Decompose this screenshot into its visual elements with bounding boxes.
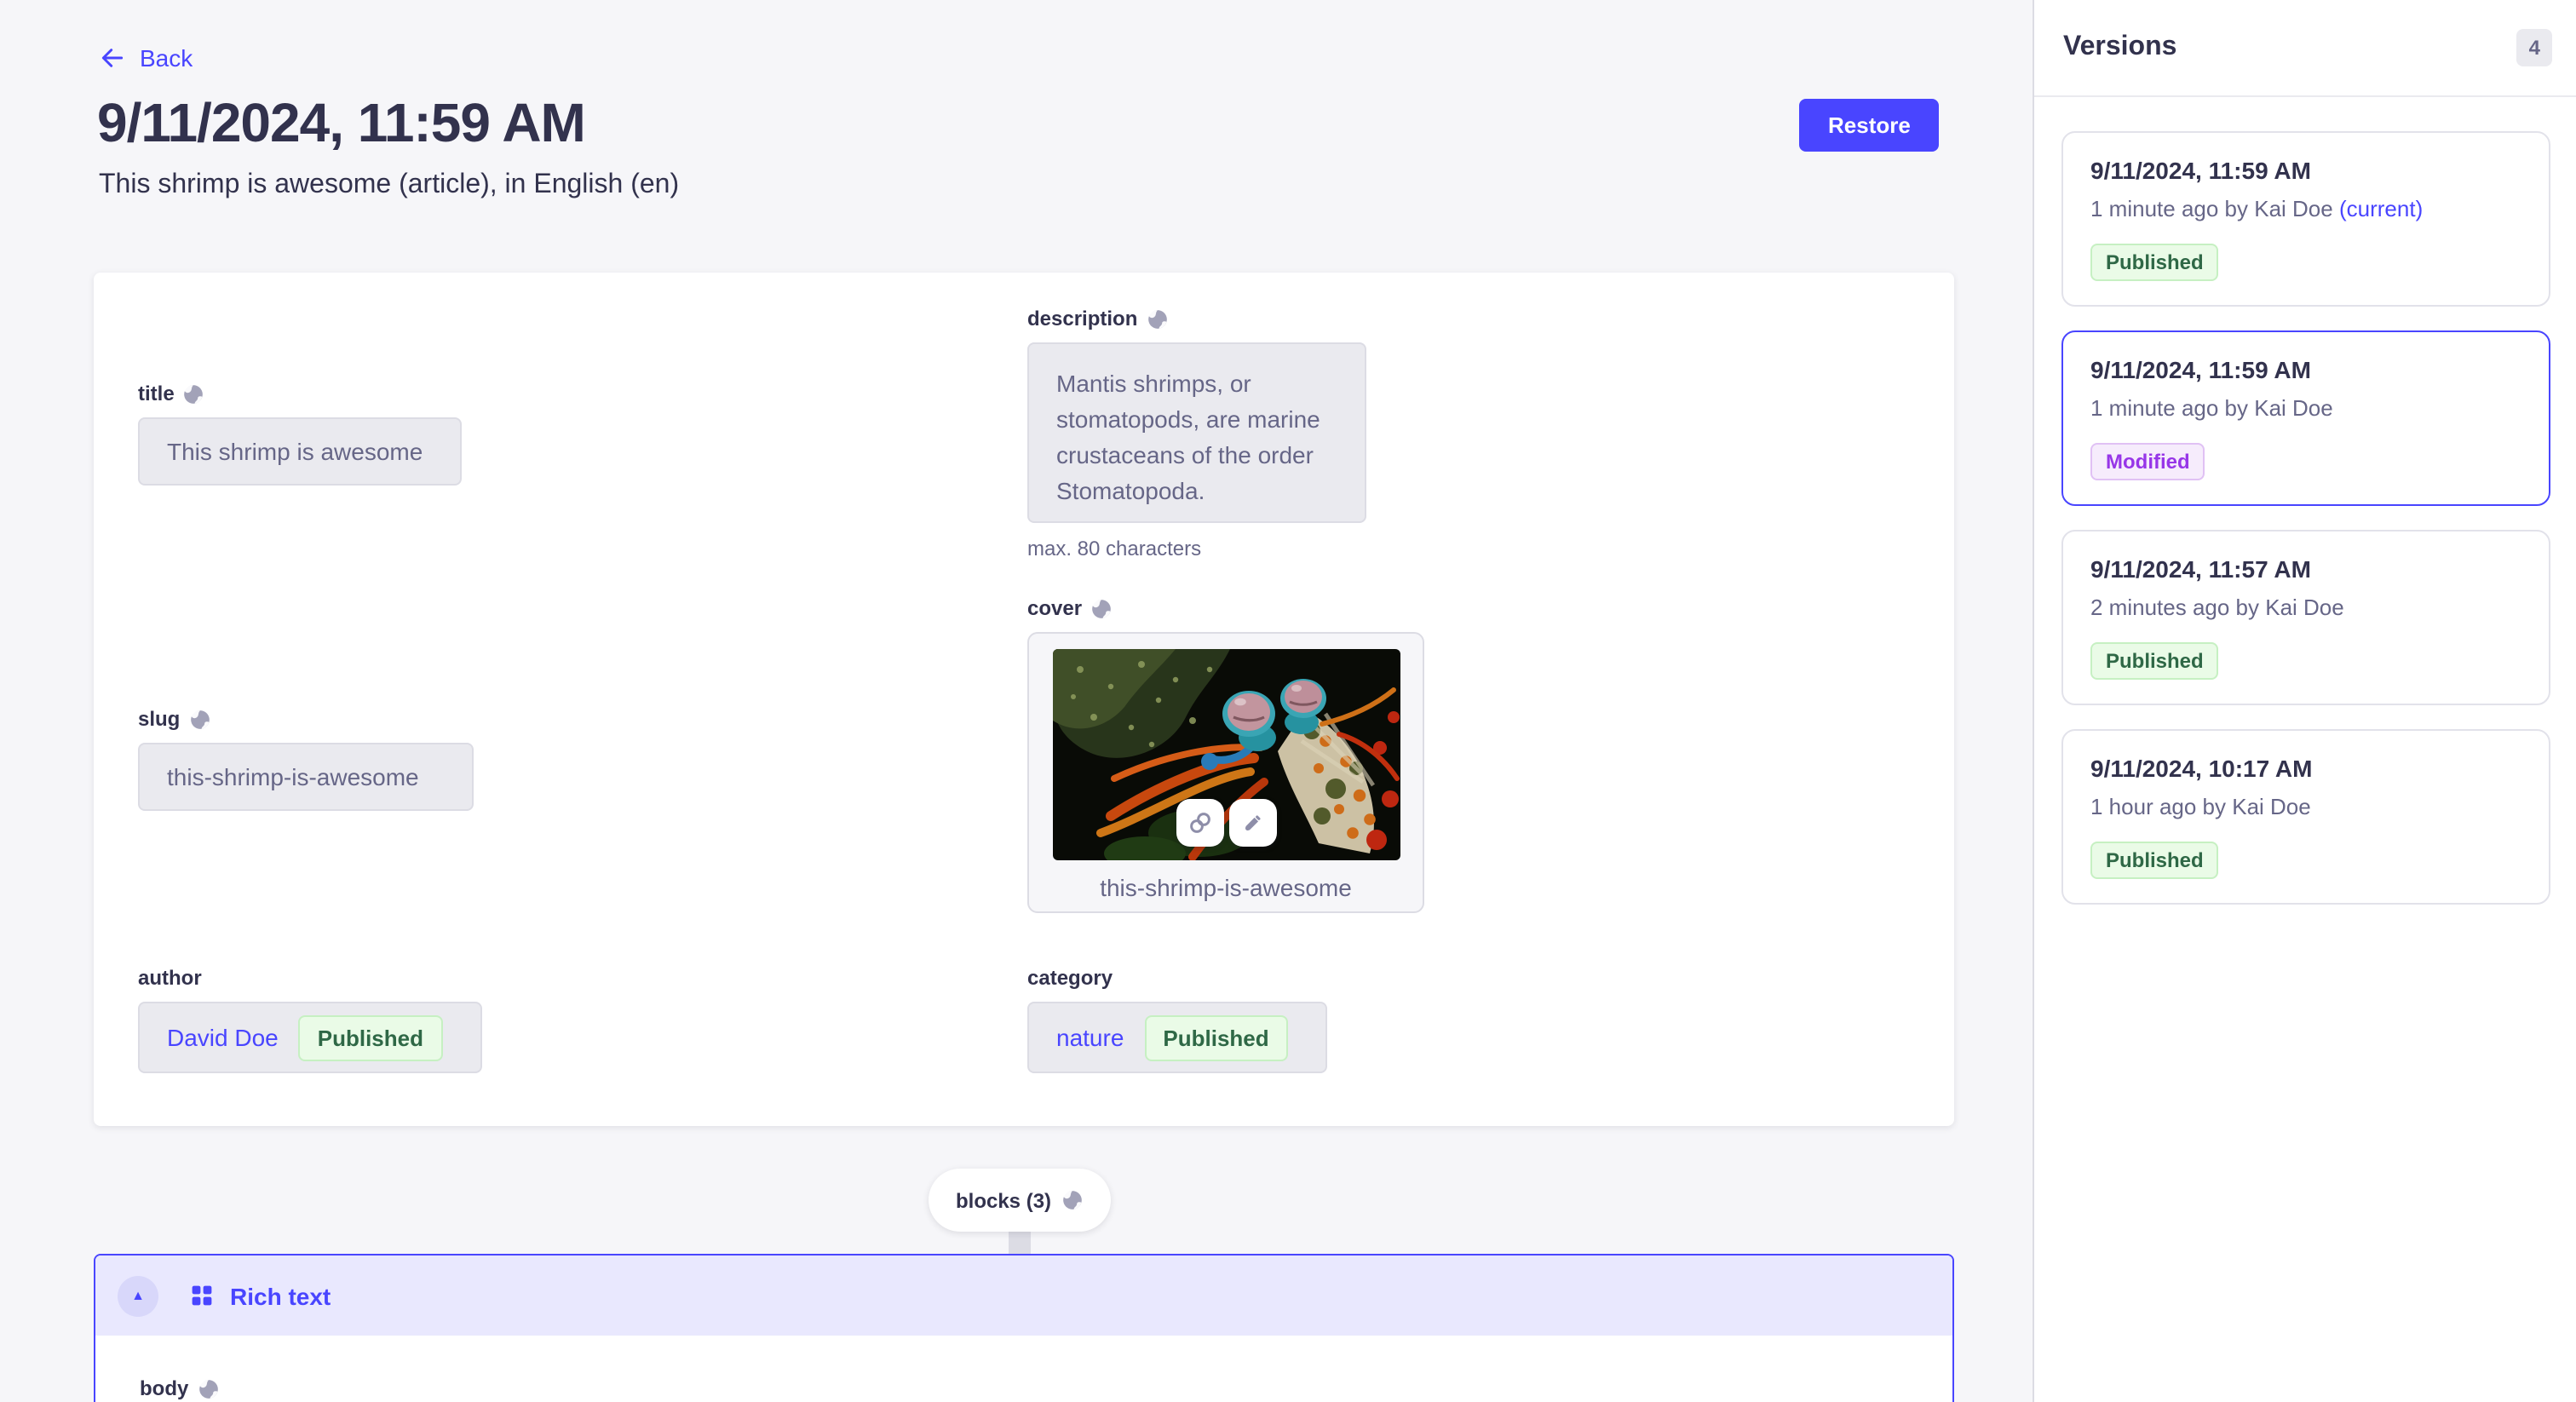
blocks-pill-label: blocks (3) [956,1188,1051,1212]
back-label: Back [140,44,193,72]
description-field: Mantis shrimps, or stomatopods, are mari… [1027,342,1366,523]
version-badge-row: Published [2090,842,2521,879]
link-icon [1186,809,1213,836]
versions-panel: Versions 4 9/11/2024, 11:59 AM 1 minute … [2033,0,2576,1402]
description-hint: max. 80 characters [1027,537,1366,560]
version-meta-text: 1 minute ago by Kai Doe [2090,395,2333,421]
version-current-label: (current) [2339,196,2423,221]
versions-title: Versions [2063,32,2176,63]
globe-icon [183,382,205,405]
cover-edit-button[interactable] [1228,799,1276,847]
category-status-badge: Published [1144,1014,1287,1060]
version-date: 9/11/2024, 10:17 AM [2090,755,2521,782]
version-meta-text: 1 minute ago by Kai Doe [2090,196,2333,221]
cover-field-group: cover [1027,596,1424,913]
globe-icon [188,708,210,730]
category-link[interactable]: nature [1056,1024,1124,1051]
version-badge-row: Published [2090,642,2521,680]
version-status-badge: Published [2090,244,2219,281]
cover-actions [1176,799,1276,847]
version-meta: 1 hour ago by Kai Doe [2090,794,2521,819]
author-field-group: author David Doe Published [138,966,482,1073]
rich-text-block-body: body [95,1336,1952,1400]
title-field: This shrimp is awesome [138,417,462,486]
globe-icon [1090,597,1113,619]
version-history-page: Back 9/11/2024, 11:59 AM This shrimp is … [0,0,2576,1402]
version-card[interactable]: 9/11/2024, 11:59 AM 1 minute ago by Kai … [2061,131,2550,307]
rich-text-block-title: Rich text [230,1282,331,1309]
content-card: title This shrimp is awesome slug this-s… [94,273,1954,1126]
rich-text-block-header[interactable]: ▲ Rich text [95,1255,1952,1336]
globe-icon [1061,1189,1084,1211]
description-field-label: description [1027,307,1366,330]
globe-icon [1146,307,1168,330]
version-status-badge: Published [2090,842,2219,879]
field-label-text: body [140,1376,188,1400]
version-meta: 1 minute ago by Kai Doe [2090,395,2521,421]
title-field-group: title This shrimp is awesome [138,382,462,486]
version-status-badge: Modified [2090,443,2205,480]
author-status-badge: Published [299,1014,442,1060]
author-link[interactable]: David Doe [167,1024,279,1051]
collapse-icon: ▲ [131,1288,145,1303]
page-subtitle: This shrimp is awesome (article), in Eng… [99,170,679,201]
cover-link-button[interactable] [1176,799,1223,847]
version-date: 9/11/2024, 11:59 AM [2090,157,2521,184]
version-meta: 1 minute ago by Kai Doe (current) [2090,196,2521,221]
category-relation-box: nature Published [1027,1002,1327,1073]
field-label-text: description [1027,307,1137,330]
cover-field-label: cover [1027,596,1424,620]
slug-field: this-shrimp-is-awesome [138,743,474,811]
version-badge-row: Modified [2090,443,2521,480]
cover-caption: this-shrimp-is-awesome [1029,874,1423,901]
field-label-text: category [1027,966,1113,990]
blocks-grid-icon [191,1284,213,1307]
versions-count-badge: 4 [2517,29,2552,66]
field-label-text: author [138,966,202,990]
version-card[interactable]: 9/11/2024, 10:17 AM 1 hour ago by Kai Do… [2061,729,2550,905]
slug-field-label: slug [138,707,474,731]
author-relation-box: David Doe Published [138,1002,482,1073]
title-field-label: title [138,382,462,405]
field-label-text: slug [138,707,180,731]
versions-panel-header: Versions 4 [2034,0,2576,97]
back-arrow-icon [99,44,126,72]
blocks-field-pill: blocks (3) [929,1169,1111,1232]
version-meta-text: 2 minutes ago by Kai Doe [2090,595,2344,620]
version-date: 9/11/2024, 11:59 AM [2090,356,2521,383]
restore-button[interactable]: Restore [1799,99,1940,152]
field-label-text: title [138,382,175,405]
versions-list: 9/11/2024, 11:59 AM 1 minute ago by Kai … [2034,97,2576,932]
body-field-label: body [140,1376,1952,1400]
version-date: 9/11/2024, 11:57 AM [2090,555,2521,583]
back-button[interactable]: Back [99,44,193,72]
cover-card: this-shrimp-is-awesome [1027,632,1424,913]
version-status-badge: Published [2090,642,2219,680]
description-field-group: description Mantis shrimps, or stomatopo… [1027,307,1366,560]
page-title: 9/11/2024, 11:59 AM [97,92,585,155]
field-label-text: cover [1027,596,1082,620]
version-meta: 2 minutes ago by Kai Doe [2090,595,2521,620]
version-badge-row: Published [2090,244,2521,281]
collapse-button[interactable]: ▲ [118,1275,158,1316]
author-field-label: author [138,966,482,990]
globe-icon [197,1377,219,1399]
version-card[interactable]: 9/11/2024, 11:59 AM 1 minute ago by Kai … [2061,330,2550,506]
rich-text-block: ▲ Rich text body [94,1254,1954,1402]
category-field-label: category [1027,966,1327,990]
version-meta-text: 1 hour ago by Kai Doe [2090,794,2311,819]
version-card[interactable]: 9/11/2024, 11:57 AM 2 minutes ago by Kai… [2061,530,2550,705]
category-field-group: category nature Published [1027,966,1327,1073]
pencil-icon [1239,810,1265,836]
slug-field-group: slug this-shrimp-is-awesome [138,707,474,811]
